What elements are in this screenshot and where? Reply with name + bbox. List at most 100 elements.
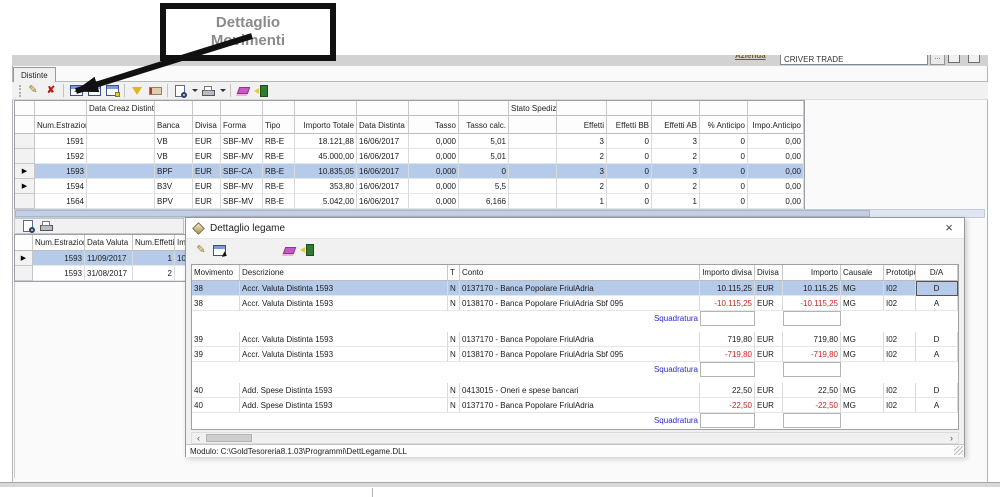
cell-tasso_calc: 5,01 [459, 134, 509, 149]
column-header[interactable] [509, 116, 557, 134]
scroll-left-icon[interactable]: ‹ [192, 433, 205, 443]
main-grid-row[interactable]: ▶ 1594 B3V EUR SBF-MV RB-E 353,80 16/06/2017 0,0… [15, 179, 804, 194]
tab-distinte[interactable]: Distinte [13, 67, 56, 82]
column-header[interactable]: Effetti [557, 116, 607, 134]
main-grid-row[interactable]: 1591 VB EUR SBF-MV RB-E 18.121,88 16/06/2017 0,… [15, 134, 804, 149]
column-header[interactable]: Tasso [409, 116, 459, 134]
group-cell [357, 101, 409, 116]
dialog-title: Dettaglio legame [210, 222, 286, 234]
column-header[interactable]: Movimento [192, 265, 240, 281]
column-header[interactable]: Num.Estrazione [35, 116, 87, 134]
empty-cell [916, 362, 958, 377]
cell-importo: -22,50 [783, 398, 841, 413]
column-header[interactable]: Tasso calc. [459, 116, 509, 134]
column-header[interactable]: Divisa [755, 265, 783, 281]
minimize-button[interactable] [948, 55, 960, 63]
row-selector[interactable] [15, 134, 35, 149]
pencil-icon: ✎ [28, 84, 38, 96]
row-selector-header [15, 116, 35, 134]
cell-importo_divisa: 10.115,25 [700, 281, 755, 296]
edit-button[interactable]: ✎ [24, 83, 42, 99]
maximize-button[interactable] [968, 55, 980, 63]
scroll-right-icon[interactable]: › [945, 433, 958, 443]
row-selector[interactable]: ▶ [15, 179, 35, 194]
row-selector[interactable] [15, 149, 35, 164]
column-header[interactable]: Causale [841, 265, 884, 281]
dialog-grid-row[interactable]: 38 Accr. Valuta Distinta 1593 N 0138170 - B… [192, 296, 958, 311]
callout-box: Dettaglio Movimenti [160, 3, 336, 61]
row-selector[interactable] [15, 194, 35, 209]
dialog-grid-row[interactable]: 38 Accr. Valuta Distinta 1593 N 0137170 - B… [192, 281, 958, 296]
cell-effetti_bb: 0 [607, 194, 652, 209]
row-selector[interactable] [15, 266, 33, 281]
column-header[interactable]: Data Valuta [85, 235, 133, 251]
empty-cell [841, 413, 884, 428]
column-header[interactable]: % Anticipo [700, 116, 748, 134]
company-combo[interactable]: CRIVER TRADE [780, 55, 928, 65]
cell-divisa: EUR [755, 398, 783, 413]
dettaglio-legame-button[interactable] [103, 83, 121, 99]
column-header[interactable]: Forma [221, 116, 263, 134]
dialog-grid-row[interactable]: 39 Accr. Valuta Distinta 1593 N 0138170 - B… [192, 347, 958, 362]
cancel-edit-button[interactable]: ✘ [42, 83, 60, 99]
squadratura-box [783, 413, 841, 428]
column-header[interactable]: Data Distinta [357, 116, 409, 134]
scrollbar-thumb[interactable] [206, 434, 252, 442]
print-button[interactable] [199, 83, 217, 99]
lower-preview-button[interactable] [19, 218, 37, 234]
dialog-exit-button[interactable] [298, 242, 316, 258]
detail-movements-window-icon [69, 85, 83, 96]
print-dropdown[interactable] [217, 83, 227, 99]
lower-print-button[interactable] [37, 218, 55, 234]
dialog-properties-button[interactable] [210, 242, 228, 259]
resize-grip[interactable] [954, 446, 963, 455]
dialog-grid-row[interactable]: 40 Add. Spese Distinta 1593 N 0137170 - Ban… [192, 398, 958, 413]
main-grid-row[interactable]: 1592 VB EUR SBF-MV RB-E 45.000,00 16/06/2017 0,… [15, 149, 804, 164]
print-preview-button[interactable] [171, 83, 189, 99]
dettaglio-distinta-button[interactable] [85, 83, 103, 99]
main-grid-row[interactable]: ▶ 1593 BPF EUR SBF-CA RB-E 10.835,05 16/06/2017… [15, 164, 804, 179]
column-header[interactable]: Descrizione [240, 265, 448, 281]
clear-button[interactable] [234, 83, 252, 99]
cell-tasso_calc: 0 [459, 164, 509, 179]
column-header[interactable]: Importo [783, 265, 841, 281]
cell-causale: MG [841, 281, 884, 296]
column-header[interactable]: D/A [916, 265, 958, 281]
column-header[interactable]: Importo Totale [295, 116, 357, 134]
dialog-grid-row[interactable]: 40 Add. Spese Distinta 1593 N 0413015 - One… [192, 383, 958, 398]
row-selector[interactable]: ▶ [15, 164, 35, 179]
column-header[interactable]: Tipo [263, 116, 295, 134]
cell-importo_totale: 45.000,00 [295, 149, 357, 164]
company-browse-button[interactable]: ... [930, 55, 945, 65]
cell-stato [509, 179, 557, 194]
print-preview-dropdown[interactable] [189, 83, 199, 99]
cell-effetti_ab: 3 [652, 134, 700, 149]
column-header[interactable]: Effetti AB [652, 116, 700, 134]
column-header[interactable]: Importo divisa [700, 265, 755, 281]
dialog-close-button[interactable]: × [934, 218, 964, 239]
column-header[interactable]: Prototipo [884, 265, 916, 281]
filter-button[interactable] [128, 83, 146, 99]
main-grid-row[interactable]: 1564 BPV EUR SBF-MV RB-E 5.042,00 16/06/2017 0,… [15, 194, 804, 209]
dialog-edit-button[interactable]: ✎ [192, 242, 210, 258]
column-header[interactable]: Num.Estrazione [33, 235, 85, 251]
row-selector[interactable]: ▶ [15, 251, 33, 266]
dettaglio-movimenti-button[interactable] [67, 83, 85, 99]
column-header[interactable]: Effetti BB [607, 116, 652, 134]
dialog-titlebar[interactable]: Dettaglio legame × [186, 218, 964, 239]
scrollbar-thumb[interactable] [15, 210, 870, 217]
column-header[interactable]: Banca [155, 116, 193, 134]
column-header[interactable]: Conto [460, 265, 700, 281]
dialog-clear-button[interactable] [280, 242, 298, 258]
cell-data_distinta: 16/06/2017 [357, 194, 409, 209]
column-header[interactable]: Num.Effetti [133, 235, 175, 251]
exit-button[interactable] [252, 83, 270, 99]
dialog-hscrollbar[interactable]: ‹ › [191, 432, 959, 444]
group-cell [607, 101, 652, 116]
range-button[interactable] [146, 83, 164, 99]
column-header[interactable]: Impo.Anticipo [748, 116, 804, 134]
column-header[interactable]: T [448, 265, 460, 281]
column-header[interactable] [87, 116, 155, 134]
column-header[interactable]: Divisa [193, 116, 221, 134]
dialog-grid-row[interactable]: 39 Accr. Valuta Distinta 1593 N 0137170 - B… [192, 332, 958, 347]
